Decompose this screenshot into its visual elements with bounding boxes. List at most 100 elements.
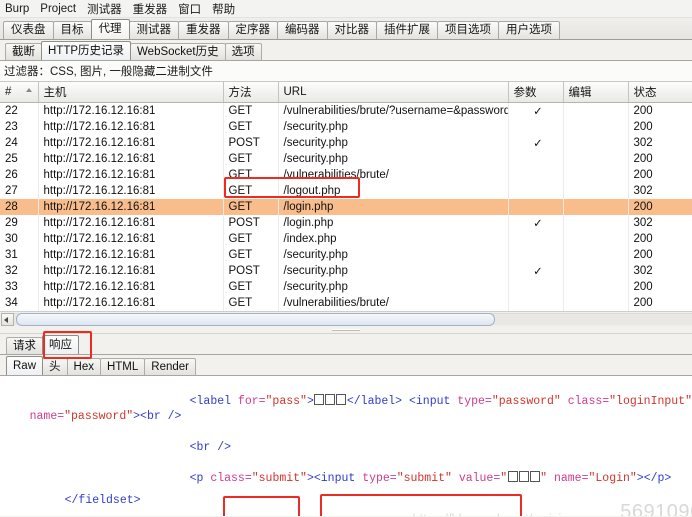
cell-url: /vulnerabilities/brute/?username=&passwo… <box>278 102 509 119</box>
menu-item-help[interactable]: 帮助 <box>211 1 236 17</box>
cell-status: 302 <box>628 183 692 199</box>
splitter-grip-icon <box>332 329 360 331</box>
cell-edited <box>563 263 629 279</box>
tab-request[interactable]: 请求 <box>6 337 43 354</box>
table-row[interactable]: 30 http://172.16.12.16:81 GET/index.php 200 <box>0 231 692 247</box>
column-header-status[interactable]: 状态 <box>628 82 692 103</box>
scroll-left-button[interactable] <box>1 313 14 326</box>
subtab-options[interactable]: 选项 <box>224 43 262 60</box>
column-header-num[interactable]: # <box>0 82 39 103</box>
cell-params <box>508 199 564 215</box>
cell-url: /security.php <box>278 135 509 151</box>
cell-host: http://172.16.12.16:81 <box>38 199 224 215</box>
tab-headers[interactable]: 头 <box>42 358 68 375</box>
filter-bar[interactable]: 过滤器：CSS, 图片, 一般隐藏二进制文件 <box>0 61 692 82</box>
column-header-edited[interactable]: 编辑 <box>563 82 629 103</box>
column-header-url[interactable]: URL <box>278 82 509 103</box>
table-row[interactable]: 25 http://172.16.12.16:81 GET/security.php… <box>0 151 692 167</box>
tab-decoder[interactable]: 编码器 <box>277 21 328 39</box>
tab-response[interactable]: 响应 <box>42 335 79 354</box>
cell-num: 23 <box>0 119 39 135</box>
filter-label: 过滤器：CSS, 图片, 一般隐藏二进制文件 <box>4 66 213 78</box>
menu-item-window[interactable]: 窗口 <box>177 1 202 17</box>
tab-extender[interactable]: 插件扩展 <box>376 21 438 39</box>
menu-item-burp[interactable]: Burp <box>4 3 30 15</box>
tab-sequencer[interactable]: 定序器 <box>227 21 278 39</box>
table-row[interactable]: 24 http://172.16.12.16:81 POST/security.ph… <box>0 135 692 151</box>
tab-repeater[interactable]: 重发器 <box>178 21 229 39</box>
tab-hex[interactable]: Hex <box>66 358 101 375</box>
cell-edited <box>563 279 629 295</box>
cell-url: /security.php <box>278 119 509 135</box>
table-row[interactable]: 33 http://172.16.12.16:81 GET/security.php… <box>0 279 692 295</box>
tab-target[interactable]: 目标 <box>52 21 92 39</box>
code-line-submit: <p class="submit"><input type="submit" v… <box>189 470 672 485</box>
table-row[interactable]: 28 http://172.16.12.16:81 GET/login.php 200 <box>0 199 692 215</box>
cell-params <box>508 151 564 167</box>
table-row[interactable]: 22 http://172.16.12.16:81 GET/vulnerabilit… <box>0 102 692 119</box>
table-row[interactable]: 27 http://172.16.12.16:81 GET/logout.php 30… <box>0 183 692 199</box>
column-header-host[interactable]: 主机 <box>38 82 224 103</box>
cell-params <box>508 247 564 263</box>
cell-host: http://172.16.12.16:81 <box>38 231 224 247</box>
tab-raw[interactable]: Raw <box>6 356 44 375</box>
history-horizontal-scrollbar[interactable] <box>0 311 692 326</box>
menu-item-project[interactable]: Project <box>39 3 77 15</box>
tab-proxy[interactable]: 代理 <box>90 19 130 39</box>
tab-render[interactable]: Render <box>144 358 196 375</box>
cell-num: 34 <box>0 295 39 311</box>
tab-dashboard[interactable]: 仪表盘 <box>3 21 54 39</box>
table-row[interactable]: 23 http://172.16.12.16:81 GET/security.php… <box>0 119 692 135</box>
cell-status: 200 <box>628 119 692 135</box>
cell-host: http://172.16.12.16:81 <box>38 279 224 295</box>
table-body: 22 http://172.16.12.16:81 GET/vulnerabilit… <box>0 102 692 311</box>
table-row[interactable]: 26 http://172.16.12.16:81 GET/vulnerabilit… <box>0 167 692 183</box>
cell-host: http://172.16.12.16:81 <box>38 135 224 151</box>
menu-item-repeater[interactable]: 重发器 <box>132 1 169 17</box>
menu-bar: Burp Project 测试器 重发器 窗口 帮助 <box>0 0 692 18</box>
cell-num: 32 <box>0 263 39 279</box>
cell-method: POST <box>223 263 279 279</box>
cell-edited <box>563 231 629 247</box>
cell-url: /security.php <box>278 247 509 263</box>
tab-project-options[interactable]: 项目选项 <box>437 21 499 39</box>
table-row[interactable]: 32 http://172.16.12.16:81 POST/security.ph… <box>0 263 692 279</box>
cell-edited <box>563 102 629 119</box>
cell-url: /vulnerabilities/brute/ <box>278 295 509 311</box>
cell-num: 27 <box>0 183 39 199</box>
table-header-row: # 主机 方法 URL 参数 编辑 状态 <box>0 82 692 103</box>
column-header-params[interactable]: 参数 <box>508 82 564 103</box>
panel-splitter[interactable] <box>0 326 692 334</box>
cell-status: 200 <box>628 231 692 247</box>
table-row[interactable]: 29 http://172.16.12.16:81 POST/login.php ✓ 3… <box>0 215 692 231</box>
cell-edited <box>563 183 629 199</box>
subtab-intercept[interactable]: 截断 <box>5 43 42 60</box>
table-row[interactable]: 31 http://172.16.12.16:81 GET/security.php… <box>0 247 692 263</box>
tab-html[interactable]: HTML <box>99 358 146 375</box>
tab-intruder[interactable]: 测试器 <box>128 21 179 39</box>
cell-status: 200 <box>628 295 692 311</box>
column-header-method[interactable]: 方法 <box>223 82 279 103</box>
cell-method: GET <box>223 102 279 119</box>
cell-status: 302 <box>628 215 692 231</box>
tab-comparer[interactable]: 对比器 <box>326 21 377 39</box>
table-row[interactable]: 34 http://172.16.12.16:81 GET/vulnerabilit… <box>0 295 692 311</box>
cell-url: /security.php <box>278 263 509 279</box>
cell-url: /security.php <box>278 279 509 295</box>
cell-status: 302 <box>628 263 692 279</box>
cell-params <box>508 231 564 247</box>
tab-user-options[interactable]: 用户选项 <box>498 21 560 39</box>
cell-edited <box>563 119 629 135</box>
cell-num: 28 <box>0 199 39 215</box>
subtab-http-history[interactable]: HTTP历史记录 <box>41 41 132 60</box>
cell-params: ✓ <box>508 102 564 119</box>
cell-method: GET <box>223 279 279 295</box>
menu-item-intruder[interactable]: 测试器 <box>86 1 123 17</box>
cell-params: ✓ <box>508 263 564 279</box>
cell-method: GET <box>223 167 279 183</box>
subtab-websocket-history[interactable]: WebSocket历史 <box>130 43 226 60</box>
scrollbar-thumb[interactable] <box>16 313 495 326</box>
cell-edited <box>563 199 629 215</box>
cell-params <box>508 279 564 295</box>
response-body-viewer[interactable]: <label for="pass"> </label> <input type="… <box>0 376 692 516</box>
